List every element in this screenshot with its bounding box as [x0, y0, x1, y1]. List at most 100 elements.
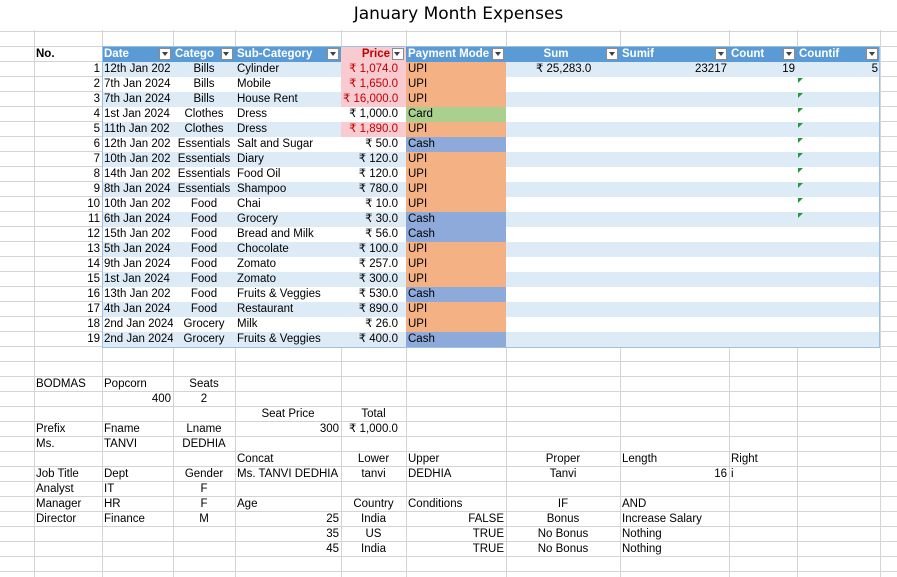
header-sumif[interactable]: Sumif [620, 47, 729, 62]
count-filter-dropdown-icon[interactable] [783, 48, 795, 60]
payment-mode-cell[interactable]: UPI [406, 272, 506, 287]
cell-text[interactable]: Lname [173, 422, 235, 437]
cell-text[interactable]: Director [34, 512, 102, 527]
cell-text[interactable]: Concat [235, 452, 341, 467]
date-cell[interactable]: 13th Jan 202 [102, 287, 173, 302]
cell-text[interactable]: Country [341, 497, 406, 512]
date-cell[interactable]: 4th Jan 2024 [102, 302, 173, 317]
subcategory-cell[interactable]: Food Oil [235, 167, 341, 182]
cell-text[interactable]: Conditions [406, 497, 506, 512]
price-cell[interactable]: ₹ 1,000.0 [341, 107, 406, 122]
date-cell[interactable]: 2nd Jan 2024 [102, 332, 173, 347]
subcategory-cell[interactable]: Chai [235, 197, 341, 212]
price-cell[interactable]: ₹ 530.0 [341, 287, 406, 302]
cell-text[interactable]: HR [102, 497, 173, 512]
date-cell[interactable]: 1st Jan 2024 [102, 272, 173, 287]
subcategory-cell[interactable]: Cylinder [235, 62, 341, 77]
subcategory-cell[interactable]: Fruits & Veggies [235, 287, 341, 302]
header-subcategory[interactable]: Sub-Category [235, 47, 341, 62]
cell-text[interactable]: India [341, 542, 406, 557]
subcategory-cell[interactable]: Milk [235, 317, 341, 332]
cell-text[interactable]: 2 [173, 392, 235, 407]
date-cell[interactable]: 15th Jan 202 [102, 227, 173, 242]
payment-mode-cell[interactable]: UPI [406, 77, 506, 92]
category-cell[interactable]: Food [173, 257, 235, 272]
spreadsheet-grid[interactable]: No. Date Catego Sub-Category Price Payment Mo… [0, 0, 897, 577]
price-cell[interactable]: ₹ 10.0 [341, 197, 406, 212]
price-cell[interactable]: ₹ 300.0 [341, 272, 406, 287]
payment-mode-cell[interactable]: UPI [406, 122, 506, 137]
cell-text[interactable]: Lower [341, 452, 406, 467]
cell-text[interactable]: DEDHIA [173, 437, 235, 452]
date-cell[interactable]: 1st Jan 2024 [102, 107, 173, 122]
payment-mode-cell[interactable]: Cash [406, 137, 506, 152]
cell-text[interactable]: Seat Price [235, 407, 341, 422]
date-cell[interactable]: 9th Jan 2024 [102, 257, 173, 272]
category-cell[interactable]: Clothes [173, 122, 235, 137]
subcategory-cell[interactable]: Shampoo [235, 182, 341, 197]
category-cell[interactable]: Essentials [173, 167, 235, 182]
sumif-filter-dropdown-icon[interactable] [715, 48, 727, 60]
subcategory-cell[interactable]: Zomato [235, 272, 341, 287]
cell-text[interactable]: 300 [235, 422, 341, 437]
date-cell[interactable]: 14th Jan 202 [102, 167, 173, 182]
subcategory-cell[interactable]: Dress [235, 107, 341, 122]
cell-text[interactable]: Ms. [34, 437, 102, 452]
date-cell[interactable]: 2nd Jan 2024 [102, 317, 173, 332]
price-cell[interactable]: ₹ 120.0 [341, 167, 406, 182]
price-filter-dropdown-icon[interactable] [392, 48, 404, 60]
cell-text[interactable]: AND [620, 497, 729, 512]
price-cell[interactable]: ₹ 890.0 [341, 302, 406, 317]
category-cell[interactable]: Food [173, 212, 235, 227]
cell-text[interactable]: Right [729, 452, 797, 467]
payment-mode-cell[interactable]: Cash [406, 212, 506, 227]
cell-text[interactable]: Dept [102, 467, 173, 482]
payment-mode-cell[interactable]: Cash [406, 227, 506, 242]
cell-text[interactable]: India [341, 512, 406, 527]
subcategory-cell[interactable]: Diary [235, 152, 341, 167]
cell-text[interactable]: Manager [34, 497, 102, 512]
subcategory-cell[interactable]: Salt and Sugar [235, 137, 341, 152]
cell-text[interactable]: 35 [235, 527, 341, 542]
cell-text[interactable]: TRUE [406, 542, 506, 557]
category-cell[interactable]: Food [173, 197, 235, 212]
cell-text[interactable]: Upper [406, 452, 506, 467]
cell-text[interactable]: 45 [235, 542, 341, 557]
cell-text[interactable]: Seats [173, 377, 235, 392]
payment-filter-dropdown-icon[interactable] [492, 48, 504, 60]
date-cell[interactable]: 7th Jan 2024 [102, 92, 173, 107]
payment-mode-cell[interactable]: UPI [406, 197, 506, 212]
category-cell[interactable]: Food [173, 227, 235, 242]
price-cell[interactable]: ₹ 100.0 [341, 242, 406, 257]
subcategory-cell[interactable]: Chocolate [235, 242, 341, 257]
sum-filter-dropdown-icon[interactable] [606, 48, 618, 60]
cell-text[interactable]: Ms. TANVI DEDHIA [235, 467, 341, 482]
category-cell[interactable]: Food [173, 287, 235, 302]
category-cell[interactable]: Food [173, 272, 235, 287]
price-cell[interactable]: ₹ 780.0 [341, 182, 406, 197]
payment-mode-cell[interactable]: UPI [406, 242, 506, 257]
cell-text[interactable]: Finance [102, 512, 173, 527]
cell-text[interactable]: IF [506, 497, 620, 512]
cell-text[interactable]: tanvi [341, 467, 406, 482]
cell-text[interactable]: Length [620, 452, 729, 467]
date-cell[interactable]: 5th Jan 2024 [102, 242, 173, 257]
cell-text[interactable]: FALSE [406, 512, 506, 527]
cell-text[interactable]: Fname [102, 422, 173, 437]
payment-mode-cell[interactable]: UPI [406, 182, 506, 197]
date-cell[interactable]: 11th Jan 202 [102, 122, 173, 137]
payment-mode-cell[interactable]: UPI [406, 167, 506, 182]
category-filter-dropdown-icon[interactable] [221, 48, 233, 60]
date-cell[interactable]: 12th Jan 202 [102, 137, 173, 152]
cell-text[interactable]: TANVI [102, 437, 173, 452]
cell-text[interactable]: Total [341, 407, 406, 422]
payment-mode-cell[interactable]: UPI [406, 317, 506, 332]
subcategory-cell[interactable]: Zomato [235, 257, 341, 272]
cell-text[interactable]: Nothing [620, 542, 729, 557]
subcategory-cell[interactable]: Fruits & Veggies [235, 332, 341, 347]
category-cell[interactable]: Food [173, 242, 235, 257]
category-cell[interactable]: Bills [173, 77, 235, 92]
category-cell[interactable]: Grocery [173, 332, 235, 347]
category-cell[interactable]: Essentials [173, 182, 235, 197]
payment-mode-cell[interactable]: UPI [406, 62, 506, 77]
